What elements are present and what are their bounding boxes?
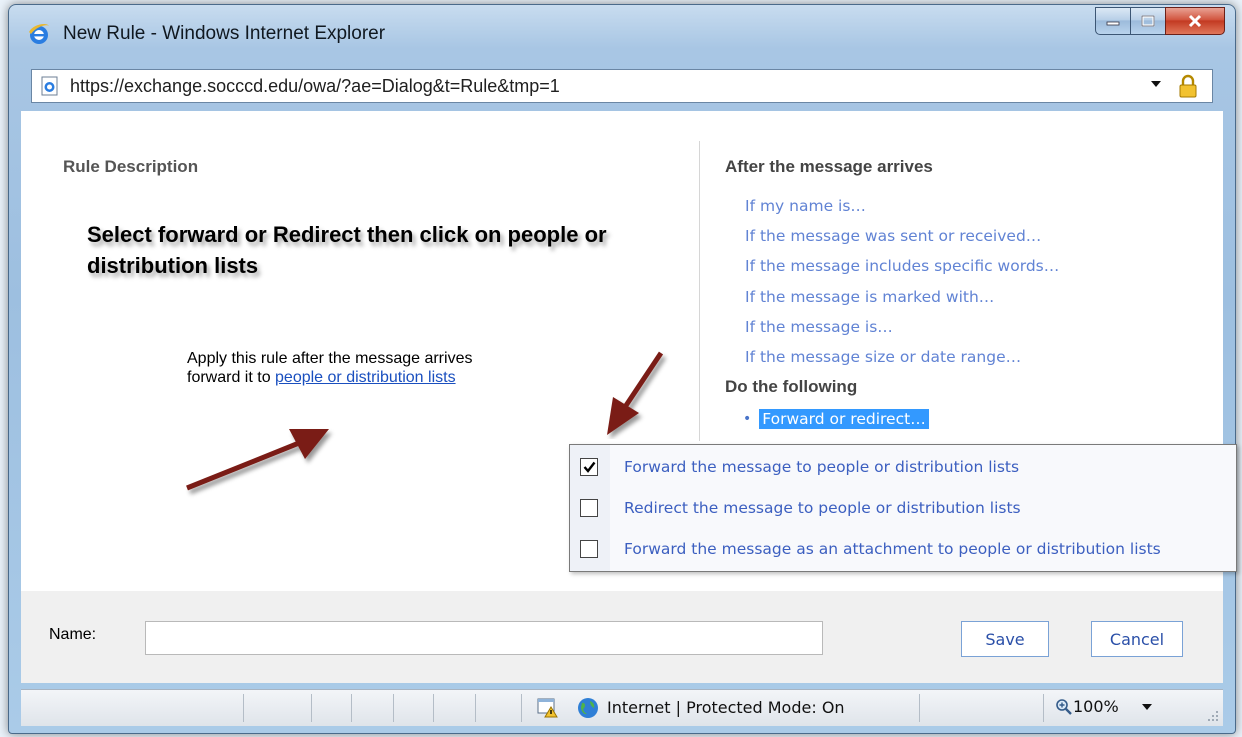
people-or-distribution-lists-link[interactable]: people or distribution lists xyxy=(275,369,456,386)
menu-item-redirect[interactable]: Redirect the message to people or distri… xyxy=(570,490,1236,526)
condition-item[interactable]: If the message size or date range… xyxy=(745,342,1059,372)
menu-item-forward[interactable]: Forward the message to people or distrib… xyxy=(570,449,1236,485)
action-forward-or-redirect[interactable]: • Forward or redirect… xyxy=(743,409,929,429)
status-divider xyxy=(475,694,476,722)
status-bar: Internet | Protected Mode: On 100% xyxy=(21,689,1223,726)
rule-line-2-prefix: forward it to xyxy=(187,369,276,386)
rule-name-input[interactable] xyxy=(145,621,823,655)
window-controls xyxy=(1095,7,1225,35)
rule-description-text: Apply this rule after the message arrive… xyxy=(187,349,472,387)
status-divider xyxy=(433,694,434,722)
cancel-button[interactable]: Cancel xyxy=(1091,621,1183,657)
condition-item[interactable]: If the message is marked with… xyxy=(745,282,1059,312)
bullet-icon: • xyxy=(743,411,752,427)
save-button[interactable]: Save xyxy=(961,621,1049,657)
column-divider xyxy=(699,141,700,441)
instruction-annotation: Select forward or Redirect then click on… xyxy=(87,222,607,278)
condition-item[interactable]: If my name is… xyxy=(745,191,1059,221)
rule-line-1: Apply this rule after the message arrive… xyxy=(187,350,473,367)
rule-description-heading: Rule Description xyxy=(63,157,199,176)
security-zone-text[interactable]: Internet | Protected Mode: On xyxy=(607,698,845,717)
status-divider xyxy=(1043,694,1044,722)
forward-options-menu: Forward the message to people or distrib… xyxy=(569,444,1237,572)
close-button[interactable] xyxy=(1165,7,1225,35)
conditions-heading: After the message arrives xyxy=(725,157,933,176)
window-title: New Rule - Windows Internet Explorer xyxy=(63,23,386,44)
condition-item[interactable]: If the message was sent or received… xyxy=(745,221,1059,251)
name-label: Name: xyxy=(49,626,97,643)
title-bar[interactable]: New Rule - Windows Internet Explorer xyxy=(9,5,1235,63)
chevron-down-icon[interactable] xyxy=(1141,703,1153,711)
lock-icon[interactable] xyxy=(1176,74,1200,98)
chevron-down-icon[interactable] xyxy=(1150,80,1162,88)
popup-blocker-warning-icon[interactable] xyxy=(537,698,559,718)
status-divider xyxy=(393,694,394,722)
minimize-icon xyxy=(1106,21,1120,26)
checkbox-forward-attachment[interactable] xyxy=(580,540,598,558)
ie-window: New Rule - Windows Internet Explorer htt… xyxy=(8,4,1237,734)
menu-item-label: Forward the message as an attachment to … xyxy=(624,540,1161,558)
checkbox-forward[interactable] xyxy=(580,458,598,476)
url-text[interactable]: https://exchange.socccd.edu/owa/?ae=Dial… xyxy=(70,76,560,97)
annotation-arrow-left xyxy=(186,429,329,491)
condition-item[interactable]: If the message includes specific words… xyxy=(745,251,1059,281)
status-divider xyxy=(919,694,920,722)
checkmark-icon xyxy=(583,461,595,473)
internet-explorer-icon xyxy=(29,24,49,44)
status-divider xyxy=(243,694,244,722)
condition-list: If my name is… If the message was sent o… xyxy=(745,191,1059,372)
menu-item-label: Forward the message to people or distrib… xyxy=(624,458,1020,476)
annotation-arrow-right xyxy=(607,351,664,435)
zoom-icon xyxy=(1056,698,1072,715)
resize-grip-icon[interactable] xyxy=(1207,710,1219,722)
menu-item-forward-attachment[interactable]: Forward the message as an attachment to … xyxy=(570,531,1236,567)
dialog-content: Rule Description Select forward or Redir… xyxy=(21,111,1237,683)
minimize-button[interactable] xyxy=(1095,7,1131,35)
page-icon xyxy=(41,76,58,96)
rule-line-2: forward it to people or distribution lis… xyxy=(187,368,472,387)
condition-item[interactable]: If the message is… xyxy=(745,312,1059,342)
status-divider xyxy=(521,694,522,722)
menu-item-label: Redirect the message to people or distri… xyxy=(624,499,1021,517)
address-bar[interactable]: https://exchange.socccd.edu/owa/?ae=Dial… xyxy=(31,69,1213,103)
dialog-footer: Name: Save Cancel xyxy=(21,591,1223,683)
status-divider xyxy=(311,694,312,722)
maximize-button[interactable] xyxy=(1130,7,1166,35)
checkbox-redirect[interactable] xyxy=(580,499,598,517)
globe-icon xyxy=(578,698,598,718)
status-divider xyxy=(351,694,352,722)
close-icon xyxy=(1188,14,1202,28)
actions-heading: Do the following xyxy=(725,377,858,396)
action-label: Forward or redirect… xyxy=(759,409,929,429)
maximize-icon xyxy=(1141,15,1155,27)
zoom-control[interactable]: 100% xyxy=(1055,697,1153,716)
zoom-level: 100% xyxy=(1073,697,1119,716)
